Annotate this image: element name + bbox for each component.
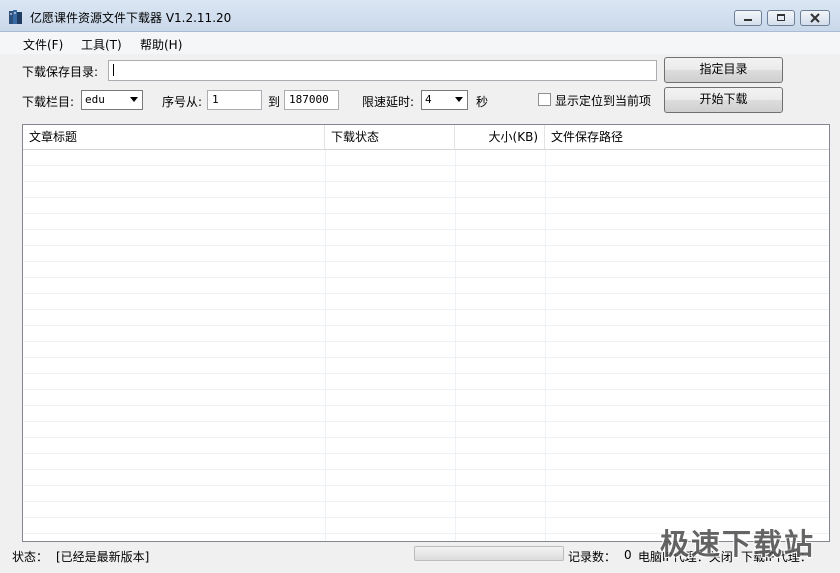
records-label: 记录数： (568, 550, 617, 564)
menu-bar: 文件(F) 工具(T) 帮助(H) (0, 32, 840, 54)
column-header-size[interactable]: 大小(KB) (455, 125, 545, 149)
status-text: [已经是最新版本] (56, 550, 150, 564)
delay-unit-label: 秒 (476, 95, 489, 109)
seq-to-input[interactable]: 187000 (284, 90, 339, 110)
watermark-logo: 极速下载站 (660, 527, 816, 561)
maximize-button[interactable] (767, 10, 795, 26)
status-label: 状态： (12, 550, 49, 564)
seq-to-label: 到 (268, 95, 281, 109)
column-divider (455, 150, 456, 541)
menu-help[interactable]: 帮助(H) (140, 36, 182, 53)
list-body (23, 150, 829, 541)
delay-select-value: 4 (425, 93, 432, 106)
column-header-title[interactable]: 文章标题 (23, 125, 325, 149)
column-select-value: edu (85, 93, 105, 106)
column-header-path[interactable]: 文件保存路径 (545, 125, 829, 149)
close-button[interactable] (800, 10, 830, 26)
records-count: 0 (624, 548, 632, 562)
show-current-label: 显示定位到当前项 (555, 94, 652, 108)
title-bar: 亿愿课件资源文件下载器 V1.2.11.20 (0, 0, 840, 32)
chevron-down-icon (130, 97, 138, 102)
delay-select[interactable]: 4 (421, 90, 468, 110)
chevron-down-icon (455, 97, 463, 102)
save-dir-label: 下载保存目录: (22, 65, 99, 79)
show-current-checkbox[interactable] (538, 93, 551, 106)
download-progress-bar (414, 546, 564, 561)
seq-from-input[interactable]: 1 (207, 90, 262, 110)
column-label: 下载栏目: (22, 95, 75, 109)
choose-dir-button[interactable]: 指定目录 (664, 57, 783, 83)
download-list[interactable]: 文章标题 下载状态 大小(KB) 文件保存路径 (22, 124, 830, 542)
close-icon (810, 13, 820, 23)
list-header: 文章标题 下载状态 大小(KB) 文件保存路径 (23, 125, 829, 150)
book-icon (9, 10, 22, 24)
seq-from-label: 序号从: (162, 95, 203, 109)
maximize-icon (777, 14, 785, 21)
column-divider (545, 150, 546, 541)
menu-tools[interactable]: 工具(T) (81, 36, 122, 53)
minimize-button[interactable] (734, 10, 762, 26)
delay-label: 限速延时: (362, 95, 415, 109)
column-select[interactable]: edu (81, 90, 143, 110)
save-dir-input[interactable] (108, 60, 657, 81)
window-title: 亿愿课件资源文件下载器 V1.2.11.20 (30, 11, 232, 25)
column-header-status[interactable]: 下载状态 (325, 125, 455, 149)
start-download-button[interactable]: 开始下载 (664, 87, 783, 113)
minimize-icon (744, 19, 752, 21)
column-divider (325, 150, 326, 541)
menu-file[interactable]: 文件(F) (23, 36, 63, 53)
text-caret (113, 64, 114, 76)
